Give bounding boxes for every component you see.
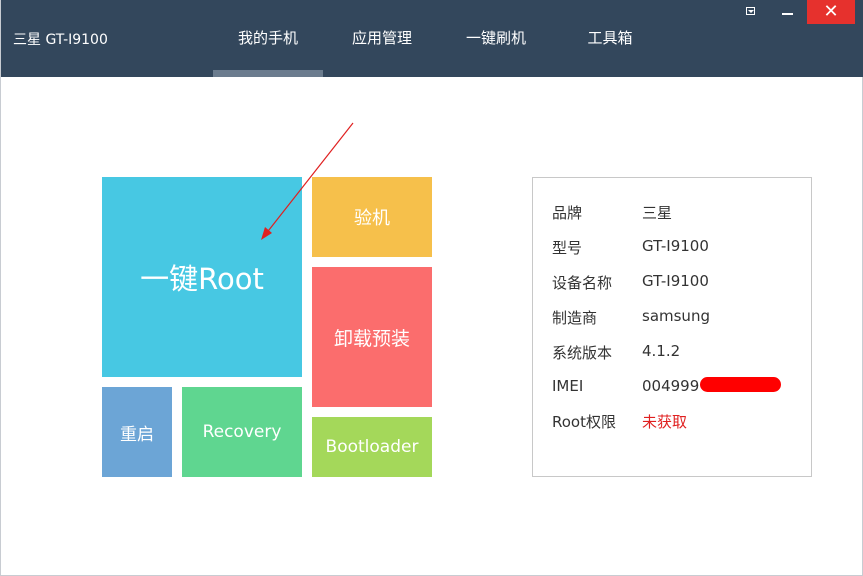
tab-one-click-flash[interactable]: 一键刷机 bbox=[441, 0, 551, 77]
info-value: 4.1.2 bbox=[642, 342, 681, 360]
minimize-icon bbox=[782, 13, 793, 15]
device-info-panel: 品牌 三星 型号 GT-I9100 设备名称 GT-I9100 制造商 sams… bbox=[532, 177, 812, 477]
info-row-root-status: Root权限 未获取 bbox=[533, 411, 811, 433]
info-value: samsung bbox=[642, 307, 710, 325]
app-window: 三星 GT-I9100 我的手机 应用管理 一键刷机 工具箱 ✕ 一键Root … bbox=[0, 0, 863, 576]
info-row-os-version: 系统版本 4.1.2 bbox=[533, 342, 811, 364]
info-label: IMEI bbox=[552, 377, 584, 395]
info-label: Root权限 bbox=[552, 413, 616, 431]
close-button[interactable]: ✕ bbox=[807, 0, 855, 24]
bootloader-tile[interactable]: Bootloader bbox=[312, 417, 432, 477]
info-row-model: 型号 GT-I9100 bbox=[533, 237, 811, 259]
info-value: GT-I9100 bbox=[642, 272, 709, 290]
reboot-tile[interactable]: 重启 bbox=[102, 387, 172, 477]
dropdown-menu-icon bbox=[746, 7, 755, 15]
close-icon: ✕ bbox=[823, 1, 839, 22]
info-value: 三星 bbox=[642, 204, 673, 222]
tab-app-management[interactable]: 应用管理 bbox=[327, 0, 437, 77]
info-label: 品牌 bbox=[552, 204, 583, 222]
inspect-device-tile[interactable]: 验机 bbox=[312, 177, 432, 257]
tab-my-phone[interactable]: 我的手机 bbox=[213, 0, 323, 77]
device-title: 三星 GT-I9100 bbox=[13, 32, 108, 48]
one-click-root-tile[interactable]: 一键Root bbox=[102, 177, 302, 377]
recovery-tile[interactable]: Recovery bbox=[182, 387, 302, 477]
info-value: GT-I9100 bbox=[642, 237, 709, 255]
info-row-manufacturer: 制造商 samsung bbox=[533, 307, 811, 329]
minimize-button[interactable] bbox=[770, 0, 804, 24]
menu-dropdown-button[interactable] bbox=[735, 0, 769, 24]
title-bar: 三星 GT-I9100 我的手机 应用管理 一键刷机 工具箱 ✕ bbox=[1, 0, 863, 77]
info-label: 制造商 bbox=[552, 309, 598, 327]
info-row-device-name: 设备名称 GT-I9100 bbox=[533, 272, 811, 294]
uninstall-preinstalled-tile[interactable]: 卸载预装 bbox=[312, 267, 432, 407]
info-row-imei: IMEI 004999 bbox=[533, 377, 811, 399]
info-label: 系统版本 bbox=[552, 344, 613, 362]
info-label: 型号 bbox=[552, 239, 583, 257]
root-status-value: 未获取 bbox=[642, 413, 688, 431]
info-label: 设备名称 bbox=[552, 274, 613, 292]
info-value: 004999 bbox=[642, 377, 700, 395]
tab-toolbox[interactable]: 工具箱 bbox=[555, 0, 665, 77]
info-row-brand: 品牌 三星 bbox=[533, 202, 811, 224]
redaction-mark bbox=[700, 377, 781, 392]
